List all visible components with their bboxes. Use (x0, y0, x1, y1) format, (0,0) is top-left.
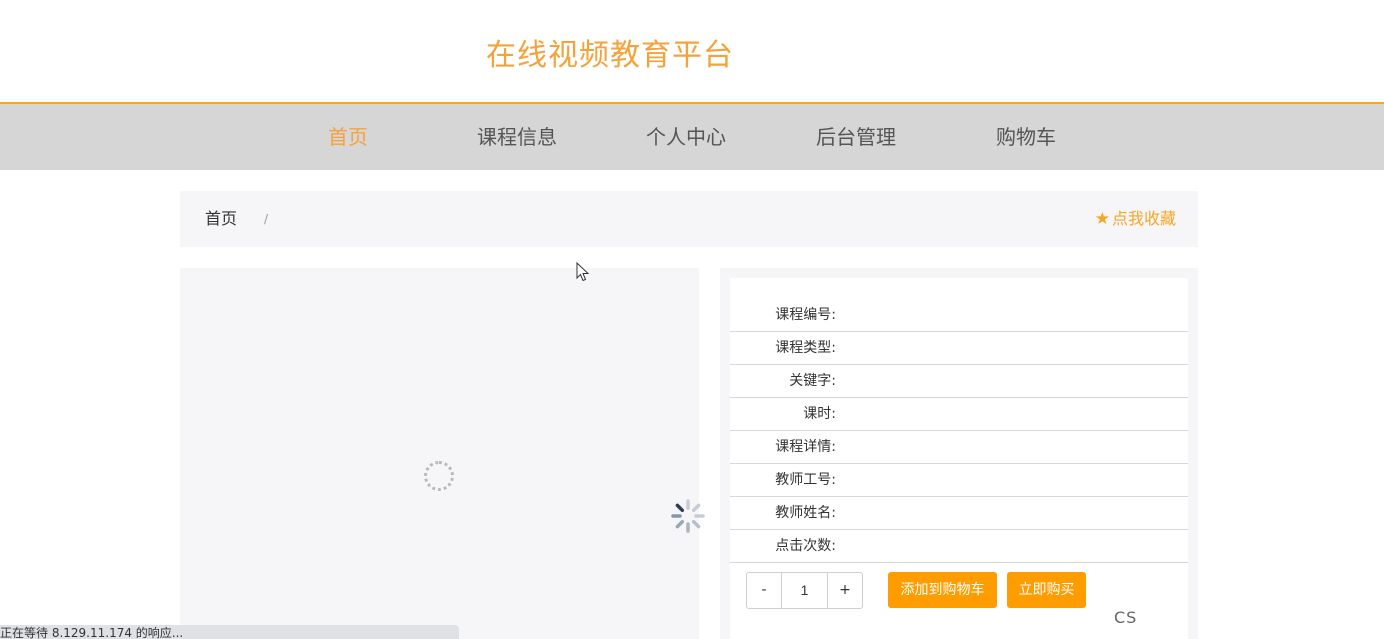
loading-spinner-icon (671, 499, 705, 533)
nav-item-home[interactable]: 首页 (328, 104, 368, 170)
mouse-cursor-icon (576, 262, 590, 282)
quantity-stepper: - + (746, 572, 863, 609)
nav-item-course-info[interactable]: 课程信息 (477, 104, 557, 170)
main-nav: 首页 课程信息 个人中心 后台管理 购物车 (0, 102, 1384, 170)
course-details-panel: 课程编号: 课程类型: 关键字: 课时: 课程详情: 教师工号: 教师姓名: 点… (720, 268, 1198, 639)
quantity-increase-button[interactable]: + (827, 573, 862, 608)
detail-row-click-count: 点击次数: (730, 530, 1188, 563)
add-to-cart-button[interactable]: 添加到购物车 (888, 572, 997, 608)
favorite-button[interactable]: ★ 点我收藏 (1095, 191, 1176, 247)
detail-label: 课程编号: (775, 307, 836, 323)
loading-spinner-icon (424, 461, 454, 491)
detail-row-teacher-name: 教师姓名: (730, 497, 1188, 530)
star-icon: ★ (1094, 209, 1110, 229)
detail-label: 点击次数: (775, 538, 836, 554)
detail-label: 课程详情: (775, 439, 836, 455)
breadcrumb: 首页 / ★ 点我收藏 (180, 191, 1198, 247)
detail-label: 课时: (803, 406, 836, 422)
quantity-decrease-button[interactable]: - (747, 573, 782, 608)
detail-row-course-type: 课程类型: (730, 332, 1188, 365)
detail-row-hours: 课时: (730, 398, 1188, 431)
favorite-label: 点我收藏 (1111, 209, 1176, 228)
nav-item-admin[interactable]: 后台管理 (816, 104, 896, 170)
course-image-panel (180, 268, 699, 639)
nav-item-personal-center[interactable]: 个人中心 (646, 104, 726, 170)
detail-label: 教师工号: (775, 472, 836, 488)
detail-row-course-id: 课程编号: (730, 299, 1188, 332)
nav-item-cart[interactable]: 购物车 (996, 104, 1056, 170)
watermark: CS (1114, 608, 1138, 627)
detail-row-teacher-id: 教师工号: (730, 464, 1188, 497)
site-title: 在线视频教育平台 (486, 38, 734, 73)
breadcrumb-separator: / (264, 212, 269, 226)
detail-row-description: 课程详情: (730, 431, 1188, 464)
quantity-input[interactable] (782, 573, 827, 608)
buy-now-button[interactable]: 立即购买 (1007, 572, 1086, 608)
detail-label: 教师姓名: (775, 505, 836, 521)
detail-label: 关键字: (789, 373, 836, 389)
breadcrumb-home[interactable]: 首页 (205, 191, 237, 247)
course-details-card: 课程编号: 课程类型: 关键字: 课时: 课程详情: 教师工号: 教师姓名: 点… (730, 278, 1188, 639)
detail-row-keywords: 关键字: (730, 365, 1188, 398)
browser-status-bar: 正在等待 8.129.11.174 的响应... (0, 625, 459, 639)
detail-label: 课程类型: (775, 340, 836, 356)
